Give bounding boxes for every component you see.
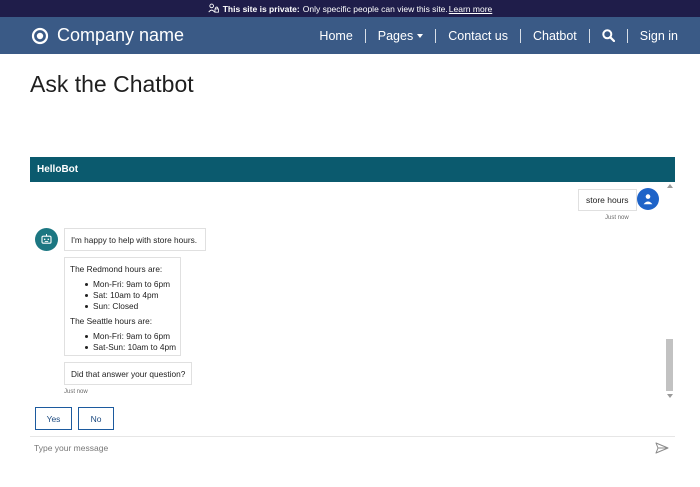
private-site-icon [208, 3, 219, 13]
banner-text: Only specific people can view this site. [302, 3, 448, 14]
user-message-bubble: store hours [578, 189, 637, 211]
scroll-up-arrow-icon[interactable] [667, 184, 673, 188]
yes-button[interactable]: Yes [35, 407, 72, 430]
no-button[interactable]: No [78, 407, 114, 430]
list-item: Sat: 10am to 4pm [70, 290, 180, 301]
user-message-timestamp: Just now [605, 215, 629, 221]
nav-divider [588, 28, 590, 43]
sign-in-link[interactable]: Sign in [640, 29, 678, 43]
search-icon[interactable] [602, 29, 615, 42]
nav-divider [626, 28, 628, 43]
nav-link-pages-label: Pages [377, 28, 414, 43]
chevron-down-icon [417, 34, 424, 39]
bot-icon [41, 234, 52, 244]
user-icon [643, 194, 653, 205]
page-title: Ask the Chatbot [30, 71, 194, 97]
list-item: Sun: Closed [70, 301, 180, 312]
private-site-banner: This site is private: Only specific peop… [0, 0, 700, 17]
seattle-hours-heading: The Seattle hours are: [70, 316, 153, 326]
bot-avatar [35, 228, 58, 251]
chatbot-header: HelloBot [30, 157, 675, 182]
bot-message-hours: The Redmond hours are: Mon-Fri: 9am to 6… [64, 257, 181, 356]
nav-link-contact-us[interactable]: Contact us [448, 29, 508, 43]
message-input[interactable] [34, 440, 634, 456]
learn-more-link[interactable]: Learn more [449, 4, 492, 14]
list-item: Mon-Fri: 9am to 6pm [70, 331, 180, 342]
bot-message-question: Did that answer your question? [64, 362, 192, 385]
nav-divider [519, 28, 521, 43]
nav-link-pages[interactable]: Pages [377, 28, 424, 43]
list-item: Sat-Sun: 10am to 4pm [70, 342, 180, 353]
nav-divider [435, 28, 437, 43]
chat-scrollbar[interactable] [665, 182, 674, 402]
company-name[interactable]: Company name [57, 25, 184, 46]
redmond-hours-list: Mon-Fri: 9am to 6pm Sat: 10am to 4pm Sun… [70, 279, 180, 312]
nav-link-home[interactable]: Home [319, 29, 352, 43]
redmond-hours-heading: The Redmond hours are: [70, 264, 163, 274]
bot-message-timestamp: Just now [64, 389, 88, 395]
input-divider [30, 436, 675, 437]
send-icon[interactable] [655, 442, 669, 454]
bot-message-intro: I'm happy to help with store hours. [64, 228, 206, 251]
scrollbar-thumb[interactable] [666, 339, 673, 391]
nav-divider [364, 28, 366, 43]
seattle-hours-list: Mon-Fri: 9am to 6pm Sat-Sun: 10am to 4pm [70, 331, 180, 353]
company-logo-icon[interactable] [31, 27, 49, 45]
user-avatar [637, 188, 659, 210]
banner-strong-text: This site is private: [222, 3, 300, 14]
top-navigation: Company name Home Pages Contact us Chatb… [0, 17, 700, 54]
nav-link-chatbot[interactable]: Chatbot [533, 29, 577, 43]
scroll-down-arrow-icon[interactable] [667, 394, 673, 398]
list-item: Mon-Fri: 9am to 6pm [70, 279, 180, 290]
nav-links: Home Pages Contact us Chatbot Sign in [319, 17, 678, 54]
